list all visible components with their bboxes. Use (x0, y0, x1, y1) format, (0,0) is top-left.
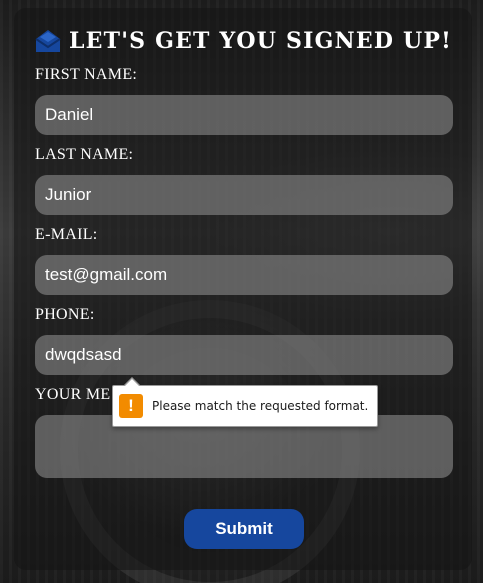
message-label: YOUR ME (35, 386, 111, 403)
email-label: E-MAIL: (35, 226, 98, 243)
phone-label: PHONE: (35, 306, 95, 323)
warning-icon: ! (119, 394, 143, 418)
email-input[interactable] (35, 255, 453, 295)
submit-button[interactable]: Submit (184, 509, 304, 549)
form-title: LET'S GET YOU SIGNED UP! (35, 28, 452, 54)
last-name-label: LAST NAME: (35, 146, 134, 163)
last-name-input[interactable] (35, 175, 453, 215)
first-name-input[interactable] (35, 95, 453, 135)
envelope-open-icon (35, 30, 61, 52)
first-name-label: FIRST NAME: (35, 66, 138, 83)
validation-message: Please match the requested format. (152, 399, 369, 413)
phone-input[interactable] (35, 335, 453, 375)
form-title-text: LET'S GET YOU SIGNED UP! (69, 28, 452, 54)
validation-tooltip: ! Please match the requested format. (112, 377, 378, 427)
